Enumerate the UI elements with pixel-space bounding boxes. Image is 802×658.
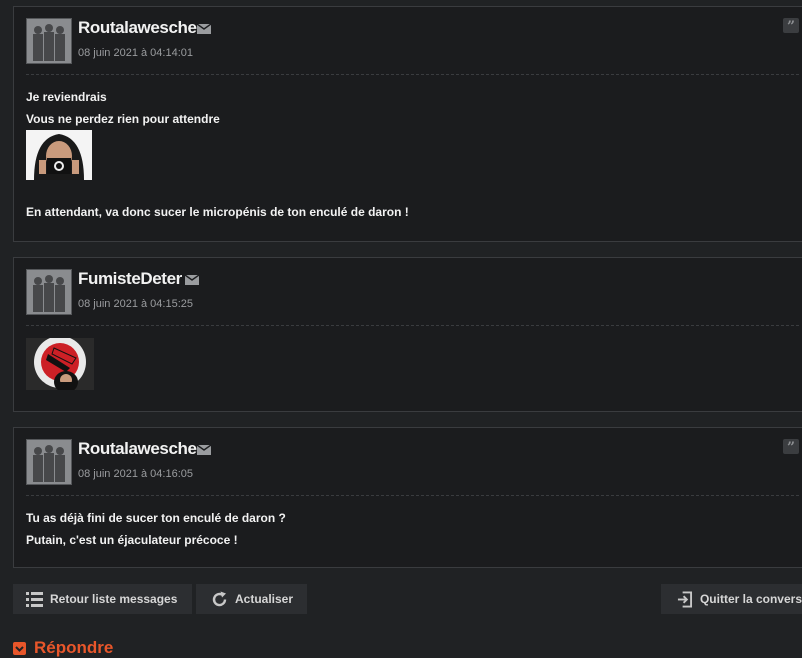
message-post: Routalawesche 08 juin 2021 à 04:16:05 ” … xyxy=(13,427,802,568)
message-body xyxy=(26,338,799,390)
post-date: 08 juin 2021 à 04:16:05 xyxy=(78,468,193,480)
quit-conversation-button[interactable]: Quitter la convers xyxy=(661,584,802,614)
divider xyxy=(26,74,799,75)
refresh-button[interactable]: Actualiser xyxy=(196,584,307,614)
message-post: FumisteDeter 08 juin 2021 à 04:15:25 xyxy=(13,257,802,412)
avatar[interactable] xyxy=(26,18,72,64)
back-button-label: Retour liste messages xyxy=(50,592,178,606)
post-date: 08 juin 2021 à 04:15:25 xyxy=(78,298,193,310)
chevron-down-icon xyxy=(13,641,26,655)
message-line: En attendant, va donc sucer le micropéni… xyxy=(26,205,409,219)
message-line: Putain, c'est un éjaculateur précoce ! xyxy=(26,533,238,547)
refresh-icon xyxy=(212,591,227,606)
message-body: Je reviendrais Vous ne perdez rien pour … xyxy=(26,91,799,228)
quote-icon[interactable]: ” xyxy=(783,439,799,456)
avatar[interactable] xyxy=(26,439,72,485)
antifa-flag-image[interactable] xyxy=(26,338,94,390)
quote-icon[interactable]: ” xyxy=(783,18,799,35)
avatar[interactable] xyxy=(26,269,72,315)
message-line: Tu as déjà fini de sucer ton enculé de d… xyxy=(26,511,286,525)
divider xyxy=(26,325,799,326)
list-icon xyxy=(26,591,43,607)
refresh-button-label: Actualiser xyxy=(235,592,294,606)
exit-door-icon xyxy=(677,591,693,607)
reply-section-header[interactable]: Répondre xyxy=(13,638,113,658)
back-to-list-button[interactable]: Retour liste messages xyxy=(13,584,192,614)
message-line: Vous ne perdez rien pour attendre xyxy=(26,112,220,126)
message-line: Je reviendrais xyxy=(26,90,107,104)
reply-label: Répondre xyxy=(34,638,114,657)
quit-button-label: Quitter la convers xyxy=(699,592,802,606)
author-name[interactable]: FumisteDeter xyxy=(78,269,182,289)
mail-icon[interactable] xyxy=(197,24,211,34)
hooded-person-image[interactable] xyxy=(26,130,92,180)
mail-icon[interactable] xyxy=(185,275,199,285)
post-date: 08 juin 2021 à 04:14:01 xyxy=(78,47,193,59)
author-name[interactable]: Routalawesche xyxy=(78,18,197,38)
message-body: Tu as déjà fini de sucer ton enculé de d… xyxy=(26,512,799,556)
divider xyxy=(26,495,799,496)
message-post: Routalawesche 08 juin 2021 à 04:14:01 ” … xyxy=(13,6,802,242)
mail-icon[interactable] xyxy=(197,445,211,455)
author-name[interactable]: Routalawesche xyxy=(78,439,197,459)
